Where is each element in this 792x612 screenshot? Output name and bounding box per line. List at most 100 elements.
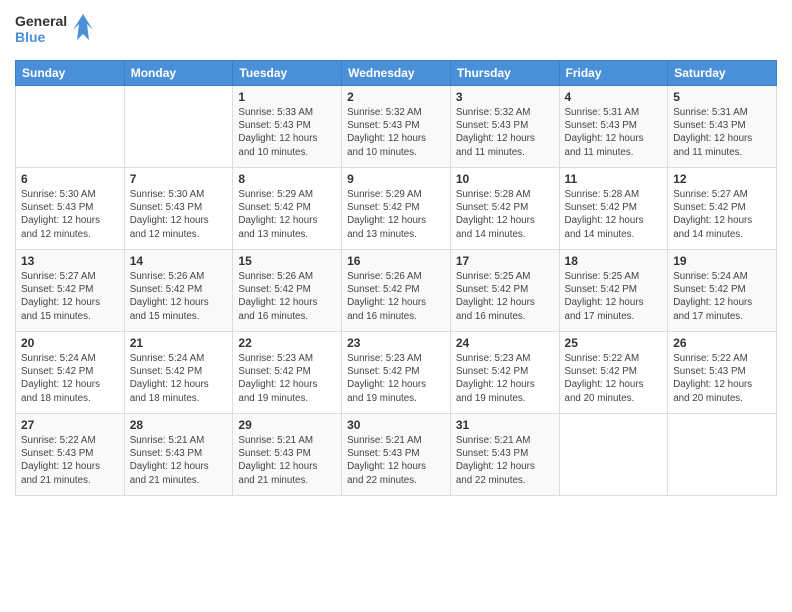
calendar-cell: 3 Sunrise: 5:32 AMSunset: 5:43 PMDaylight…	[450, 86, 559, 168]
weekday-header-monday: Monday	[124, 61, 233, 86]
weekday-header-wednesday: Wednesday	[342, 61, 451, 86]
weekday-header-friday: Friday	[559, 61, 668, 86]
day-number: 13	[21, 254, 119, 268]
weekday-header-tuesday: Tuesday	[233, 61, 342, 86]
calendar-cell: 30 Sunrise: 5:21 AMSunset: 5:43 PMDayligh…	[342, 414, 451, 496]
calendar-cell: 11Sunrise: 5:28 AMSunset: 5:42 PMDayligh…	[559, 168, 668, 250]
day-number: 26	[673, 336, 771, 350]
calendar-cell	[16, 86, 125, 168]
day-info: Sunrise: 5:29 AMSunset: 5:42 PMDaylight:…	[238, 188, 336, 241]
calendar-cell: 26Sunrise: 5:22 AMSunset: 5:43 PMDayligh…	[668, 332, 777, 414]
calendar-cell: 28Sunrise: 5:21 AMSunset: 5:43 PMDayligh…	[124, 414, 233, 496]
day-number: 6	[21, 172, 119, 186]
day-number: 15	[238, 254, 336, 268]
day-info: Sunrise: 5:24 AMSunset: 5:42 PMDaylight:…	[130, 352, 228, 405]
day-number: 8	[238, 172, 336, 186]
day-info: Sunrise: 5:21 AMSunset: 5:43 PMDaylight:…	[347, 434, 445, 487]
calendar-cell: 24Sunrise: 5:23 AMSunset: 5:42 PMDayligh…	[450, 332, 559, 414]
day-info: Sunrise: 5:26 AMSunset: 5:42 PMDaylight:…	[130, 270, 228, 323]
day-number: 9	[347, 172, 445, 186]
calendar-cell: 27 Sunrise: 5:22 AMSunset: 5:43 PMDayligh…	[16, 414, 125, 496]
day-number: 30	[347, 418, 445, 432]
calendar-cell: 16 Sunrise: 5:26 AMSunset: 5:42 PMDayligh…	[342, 250, 451, 332]
day-info: Sunrise: 5:31 AMSunset: 5:43 PMDaylight:…	[565, 106, 663, 159]
calendar-cell: 7 Sunrise: 5:30 AMSunset: 5:43 PMDaylight…	[124, 168, 233, 250]
day-number: 23	[347, 336, 445, 350]
day-info: Sunrise: 5:23 AMSunset: 5:42 PMDaylight:…	[347, 352, 445, 405]
calendar-cell: 6 Sunrise: 5:30 AMSunset: 5:43 PMDaylight…	[16, 168, 125, 250]
page: General Blue SundayMondayTuesdayWednesda…	[0, 0, 792, 612]
calendar-cell: 4 Sunrise: 5:31 AMSunset: 5:43 PMDaylight…	[559, 86, 668, 168]
day-info: Sunrise: 5:31 AMSunset: 5:43 PMDaylight:…	[673, 106, 771, 159]
day-info: Sunrise: 5:24 AMSunset: 5:42 PMDaylight:…	[21, 352, 119, 405]
weekday-row: SundayMondayTuesdayWednesdayThursdayFrid…	[16, 61, 777, 86]
svg-text:Blue: Blue	[15, 29, 46, 45]
day-number: 31	[456, 418, 554, 432]
day-number: 12	[673, 172, 771, 186]
weekday-header-thursday: Thursday	[450, 61, 559, 86]
day-info: Sunrise: 5:32 AMSunset: 5:43 PMDaylight:…	[456, 106, 554, 159]
day-info: Sunrise: 5:25 AMSunset: 5:42 PMDaylight:…	[456, 270, 554, 323]
calendar-cell: 29 Sunrise: 5:21 AMSunset: 5:43 PMDayligh…	[233, 414, 342, 496]
calendar-cell: 2 Sunrise: 5:32 AMSunset: 5:43 PMDaylight…	[342, 86, 451, 168]
day-number: 29	[238, 418, 336, 432]
calendar-cell: 10 Sunrise: 5:28 AMSunset: 5:42 PMDayligh…	[450, 168, 559, 250]
day-number: 20	[21, 336, 119, 350]
day-number: 14	[130, 254, 228, 268]
calendar-cell: 25Sunrise: 5:22 AMSunset: 5:42 PMDayligh…	[559, 332, 668, 414]
calendar-week-5: 27 Sunrise: 5:22 AMSunset: 5:43 PMDayligh…	[16, 414, 777, 496]
day-number: 25	[565, 336, 663, 350]
day-number: 22	[238, 336, 336, 350]
header: General Blue	[15, 10, 777, 52]
day-number: 1	[238, 90, 336, 104]
weekday-header-sunday: Sunday	[16, 61, 125, 86]
day-info: Sunrise: 5:21 AMSunset: 5:43 PMDaylight:…	[238, 434, 336, 487]
calendar-cell: 8 Sunrise: 5:29 AMSunset: 5:42 PMDaylight…	[233, 168, 342, 250]
day-info: Sunrise: 5:26 AMSunset: 5:42 PMDaylight:…	[347, 270, 445, 323]
day-info: Sunrise: 5:27 AMSunset: 5:42 PMDaylight:…	[21, 270, 119, 323]
weekday-header-saturday: Saturday	[668, 61, 777, 86]
calendar-cell: 17 Sunrise: 5:25 AMSunset: 5:42 PMDayligh…	[450, 250, 559, 332]
calendar-cell: 13 Sunrise: 5:27 AMSunset: 5:42 PMDayligh…	[16, 250, 125, 332]
day-number: 27	[21, 418, 119, 432]
day-number: 4	[565, 90, 663, 104]
calendar-cell: 18Sunrise: 5:25 AMSunset: 5:42 PMDayligh…	[559, 250, 668, 332]
day-number: 7	[130, 172, 228, 186]
day-number: 16	[347, 254, 445, 268]
logo: General Blue	[15, 10, 95, 52]
calendar-week-2: 6 Sunrise: 5:30 AMSunset: 5:43 PMDaylight…	[16, 168, 777, 250]
calendar-cell: 20 Sunrise: 5:24 AMSunset: 5:42 PMDayligh…	[16, 332, 125, 414]
day-number: 28	[130, 418, 228, 432]
day-info: Sunrise: 5:23 AMSunset: 5:42 PMDaylight:…	[238, 352, 336, 405]
calendar-cell	[668, 414, 777, 496]
calendar-cell	[124, 86, 233, 168]
calendar-cell: 15 Sunrise: 5:26 AMSunset: 5:42 PMDayligh…	[233, 250, 342, 332]
calendar-cell: 21Sunrise: 5:24 AMSunset: 5:42 PMDayligh…	[124, 332, 233, 414]
day-number: 3	[456, 90, 554, 104]
calendar-cell: 1Sunrise: 5:33 AMSunset: 5:43 PMDaylight…	[233, 86, 342, 168]
calendar-cell: 19Sunrise: 5:24 AMSunset: 5:42 PMDayligh…	[668, 250, 777, 332]
day-info: Sunrise: 5:27 AMSunset: 5:42 PMDaylight:…	[673, 188, 771, 241]
calendar-cell: 14 Sunrise: 5:26 AMSunset: 5:42 PMDayligh…	[124, 250, 233, 332]
day-info: Sunrise: 5:21 AMSunset: 5:43 PMDaylight:…	[456, 434, 554, 487]
day-info: Sunrise: 5:25 AMSunset: 5:42 PMDaylight:…	[565, 270, 663, 323]
svg-text:General: General	[15, 13, 67, 29]
day-info: Sunrise: 5:28 AMSunset: 5:42 PMDaylight:…	[456, 188, 554, 241]
day-info: Sunrise: 5:22 AMSunset: 5:43 PMDaylight:…	[21, 434, 119, 487]
day-info: Sunrise: 5:30 AMSunset: 5:43 PMDaylight:…	[21, 188, 119, 241]
day-number: 11	[565, 172, 663, 186]
day-info: Sunrise: 5:26 AMSunset: 5:42 PMDaylight:…	[238, 270, 336, 323]
calendar-cell: 12 Sunrise: 5:27 AMSunset: 5:42 PMDayligh…	[668, 168, 777, 250]
calendar-week-3: 13 Sunrise: 5:27 AMSunset: 5:42 PMDayligh…	[16, 250, 777, 332]
day-info: Sunrise: 5:23 AMSunset: 5:42 PMDaylight:…	[456, 352, 554, 405]
day-number: 10	[456, 172, 554, 186]
day-info: Sunrise: 5:30 AMSunset: 5:43 PMDaylight:…	[130, 188, 228, 241]
day-info: Sunrise: 5:32 AMSunset: 5:43 PMDaylight:…	[347, 106, 445, 159]
day-info: Sunrise: 5:24 AMSunset: 5:42 PMDaylight:…	[673, 270, 771, 323]
day-number: 17	[456, 254, 554, 268]
day-number: 2	[347, 90, 445, 104]
calendar-week-4: 20 Sunrise: 5:24 AMSunset: 5:42 PMDayligh…	[16, 332, 777, 414]
calendar-cell: 31 Sunrise: 5:21 AMSunset: 5:43 PMDayligh…	[450, 414, 559, 496]
logo-svg: General Blue	[15, 10, 95, 52]
calendar-cell: 5Sunrise: 5:31 AMSunset: 5:43 PMDaylight…	[668, 86, 777, 168]
